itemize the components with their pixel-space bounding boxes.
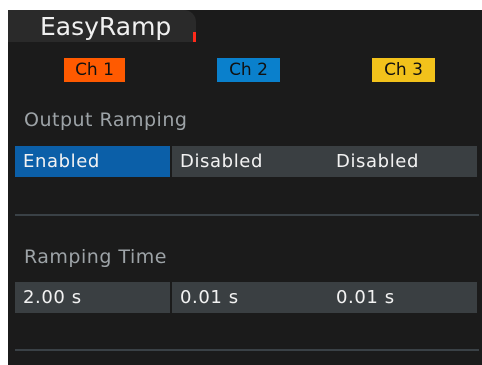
ch2-output-ramping-field[interactable]: Disabled — [172, 146, 328, 177]
channel-2-label: Ch 2 — [217, 58, 280, 82]
ch1-ramping-time-field[interactable]: 2.00 s — [15, 282, 170, 313]
channel-1-label: Ch 1 — [64, 58, 125, 82]
page-title: EasyRamp — [40, 12, 172, 41]
ramping-time-label: Ramping Time — [24, 246, 167, 268]
ch3-ramping-time-field[interactable]: 0.01 s — [328, 282, 477, 313]
bottom-divider — [15, 349, 479, 351]
title-bar: EasyRamp — [8, 10, 196, 42]
title-accent — [193, 32, 196, 42]
ch3-output-ramping-field[interactable]: Disabled — [328, 146, 477, 177]
ch2-ramping-time-field[interactable]: 0.01 s — [172, 282, 328, 313]
channel-3-label: Ch 3 — [372, 58, 435, 82]
output-ramping-label: Output Ramping — [24, 109, 188, 131]
section-divider — [15, 214, 479, 216]
easyramp-screen: EasyRamp Ch 1 Ch 2 Ch 3 Output Ramping E… — [8, 10, 482, 365]
ch1-output-ramping-field[interactable]: Enabled — [15, 146, 170, 177]
